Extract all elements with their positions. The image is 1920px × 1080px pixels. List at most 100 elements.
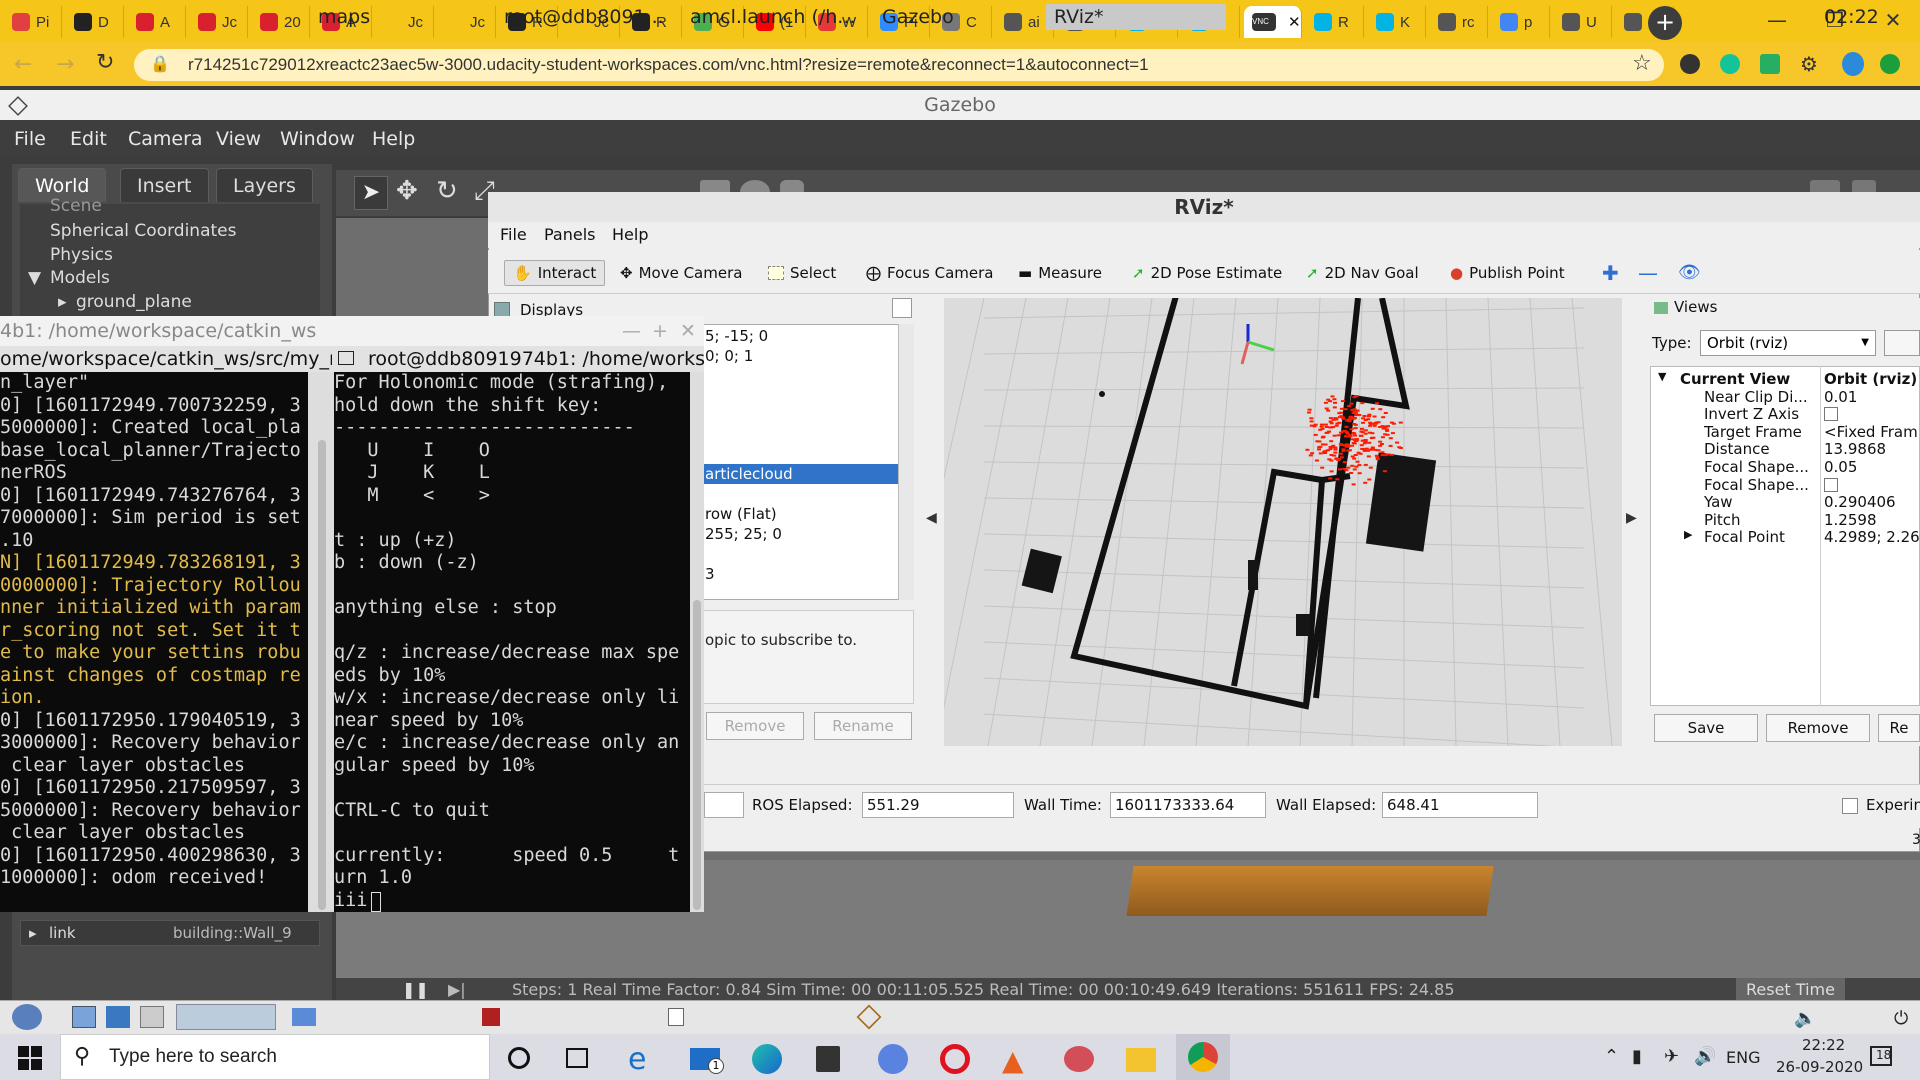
task-view-icon[interactable] xyxy=(566,1048,588,1068)
select-mode-icon[interactable]: ➤ xyxy=(354,176,388,210)
view-property-value[interactable]: 4.2989; 2.26 xyxy=(1824,528,1920,546)
rename-display-button[interactable]: Rename xyxy=(814,712,912,740)
browser-tab[interactable]: R xyxy=(1306,6,1364,38)
rviz-menu-panels[interactable]: Panels xyxy=(544,225,596,244)
close-tab-icon[interactable]: ✕ xyxy=(1288,13,1301,31)
add-tool-icon[interactable]: ✚ xyxy=(1602,260,1619,286)
display-row[interactable]: 0; 0; 1 xyxy=(705,347,753,365)
display-row[interactable]: row (Flat) xyxy=(705,505,777,523)
display-row[interactable]: 255; 25; 0 xyxy=(705,525,782,543)
browser-tab[interactable]: D xyxy=(66,6,124,38)
step-icon[interactable]: ▶| xyxy=(448,978,466,1002)
views-rename-button[interactable]: Re xyxy=(1878,714,1920,742)
browser-tab[interactable]: U xyxy=(1554,6,1612,38)
vnc-task-rviz[interactable]: RViz* xyxy=(1046,4,1226,30)
browser-tab[interactable]: Jc xyxy=(190,6,248,38)
reload-icon[interactable]: ↻ xyxy=(96,50,114,75)
tree-item-scene[interactable]: Scene xyxy=(50,196,102,216)
tool-interact[interactable]: ✋ Interact xyxy=(504,260,606,286)
gazebo-menu-help[interactable]: Help xyxy=(372,128,415,150)
view-property-name[interactable]: Distance xyxy=(1704,440,1770,458)
view-property-name[interactable]: Focal Point xyxy=(1704,528,1785,546)
zero-view-button[interactable] xyxy=(1884,330,1920,356)
float-panel-button[interactable] xyxy=(892,298,912,318)
browser-tab[interactable]: Jc xyxy=(438,6,496,38)
tool-move-camera[interactable]: ✥ Move Camera xyxy=(620,260,742,286)
tool-publish-point[interactable]: ● Publish Point xyxy=(1450,260,1565,286)
tab-insert[interactable]: Insert xyxy=(120,168,209,202)
browser-tab[interactable]: A xyxy=(128,6,186,38)
tree-item-spherical[interactable]: Spherical Coordinates xyxy=(50,221,236,241)
display-row[interactable]: 3 xyxy=(705,565,715,583)
view-property-value[interactable]: 13.9868 xyxy=(1824,440,1886,458)
view-property-value[interactable]: 0.290406 xyxy=(1824,493,1896,511)
view-property-value[interactable]: Orbit (rviz) xyxy=(1824,370,1917,388)
windows-start-icon[interactable] xyxy=(18,1046,42,1070)
grammarly-icon[interactable] xyxy=(1720,54,1740,74)
terminal-maximize-icon[interactable]: + xyxy=(652,316,668,346)
view-property-value[interactable]: <Fixed Fram xyxy=(1824,423,1918,441)
network-icon[interactable]: ✈ xyxy=(1664,1046,1679,1067)
start-menu-icon[interactable] xyxy=(12,1004,42,1030)
back-icon[interactable]: ← xyxy=(14,52,32,77)
rviz-menu-help[interactable]: Help xyxy=(612,225,648,244)
vnc-task-terminal[interactable]: root@ddb8091... xyxy=(504,4,664,30)
rviz-menu-file[interactable]: File xyxy=(500,225,527,244)
terminal-left-scrollbar[interactable] xyxy=(318,440,326,910)
extension-icon[interactable] xyxy=(1760,54,1780,74)
tab-layers[interactable]: Layers xyxy=(216,168,313,202)
terminal-close-icon[interactable]: ✕ xyxy=(680,316,696,346)
collapse-arrow-icon[interactable]: ▶ xyxy=(1684,528,1692,541)
scrollbar-thumb[interactable] xyxy=(693,600,701,910)
views-remove-button[interactable]: Remove xyxy=(1766,714,1870,742)
cortana-icon[interactable] xyxy=(508,1047,530,1069)
ie-icon[interactable]: e xyxy=(628,1042,646,1077)
collapse-left-icon[interactable]: ◀ xyxy=(926,510,937,526)
taskbar-search-input[interactable]: Type here to search xyxy=(60,1034,490,1080)
bookmark-star-icon[interactable]: ☆ xyxy=(1632,51,1652,76)
volume-icon[interactable]: 🔈 xyxy=(1794,1008,1816,1029)
update-icon[interactable] xyxy=(1880,54,1900,74)
taskbar-date[interactable]: 26-09-2020 xyxy=(1776,1058,1863,1076)
terminal-pane-left[interactable]: n_layer" 0] [1601172949.700732259, 3 50000… xyxy=(0,372,308,912)
browser-icon[interactable] xyxy=(878,1044,908,1074)
gazebo-menu-view[interactable]: View xyxy=(216,128,261,150)
property-checkbox[interactable] xyxy=(1824,407,1838,422)
file-manager-icon[interactable] xyxy=(140,1006,164,1028)
file-explorer-icon[interactable] xyxy=(1126,1048,1156,1072)
remove-tool-icon[interactable]: — xyxy=(1638,260,1658,286)
opera-icon[interactable] xyxy=(940,1044,970,1074)
tool-measure[interactable]: ▬ Measure xyxy=(1018,260,1102,286)
eye-icon[interactable]: 👁 xyxy=(1678,260,1701,286)
vnc-task-gazebo[interactable]: Gazebo xyxy=(882,4,954,30)
tree-item-ground-plane[interactable]: ground_plane xyxy=(76,292,192,312)
matlab-icon[interactable]: ▲ xyxy=(1002,1044,1024,1077)
tool-2d-nav-goal[interactable]: ➚ 2D Nav Goal xyxy=(1306,260,1419,286)
views-save-button[interactable]: Save xyxy=(1654,714,1758,742)
chrome-taskbar-active[interactable] xyxy=(1176,1034,1230,1080)
browser-tab[interactable]: 20 xyxy=(252,6,310,38)
rotate-mode-icon[interactable]: ↻ xyxy=(436,176,458,206)
tree-item-physics[interactable]: Physics xyxy=(50,245,113,265)
display-row[interactable]: 5; -15; 0 xyxy=(705,327,768,345)
property-checkbox[interactable] xyxy=(1824,477,1838,492)
view-property-name[interactable]: Current View xyxy=(1680,370,1790,388)
rviz-3d-viewport[interactable] xyxy=(944,298,1622,746)
experimental-checkbox[interactable] xyxy=(1842,798,1858,814)
view-property-name[interactable]: Pitch xyxy=(1704,511,1741,529)
power-icon[interactable]: ⏻ xyxy=(1894,1008,1908,1029)
expand-arrow-icon[interactable]: ▼ xyxy=(1658,370,1666,383)
battery-icon[interactable]: ▮ xyxy=(1632,1046,1642,1067)
browser-tab[interactable]: p xyxy=(1492,6,1550,38)
gazebo-menu-file[interactable]: File xyxy=(14,128,46,150)
view-property-name[interactable]: Target Frame xyxy=(1704,423,1802,441)
reset-time-button[interactable]: Reset Time xyxy=(1736,978,1845,1002)
taskbar-time[interactable]: 22:22 xyxy=(1802,1036,1845,1054)
gazebo-menu-edit[interactable]: Edit xyxy=(70,128,107,150)
chevron-up-icon[interactable]: ⌃ xyxy=(1604,1046,1619,1067)
view-property-value[interactable]: 1.2598 xyxy=(1824,511,1877,529)
view-property-name[interactable]: Yaw xyxy=(1704,493,1733,511)
gazebo-menu-window[interactable]: Window xyxy=(280,128,355,150)
display-row-selected[interactable]: articlecloud xyxy=(705,465,793,483)
remove-display-button[interactable]: Remove xyxy=(706,712,804,740)
